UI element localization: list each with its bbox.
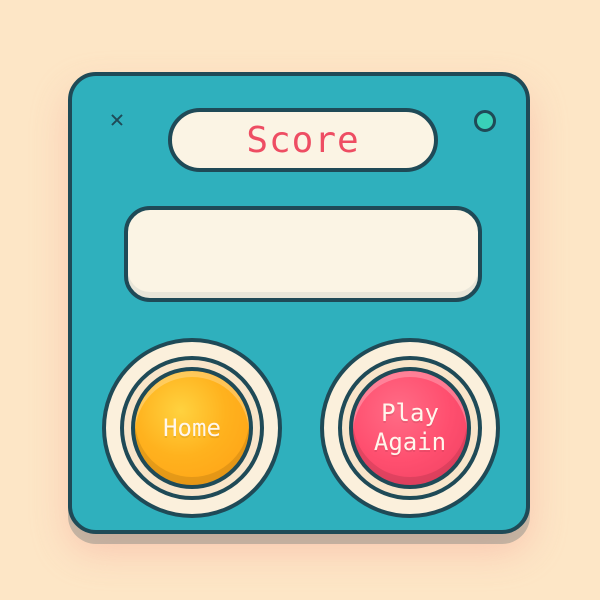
play-again-button-ring: Play Again — [338, 356, 482, 500]
home-button-label: Home — [163, 413, 221, 442]
score-title-text: Score — [246, 119, 360, 161]
status-dot — [474, 110, 496, 132]
play-again-button[interactable]: Play Again — [349, 367, 471, 489]
home-button[interactable]: Home — [131, 367, 253, 489]
score-dialog: ✕ Score Home Play Again — [68, 72, 530, 534]
home-button-ring: Home — [120, 356, 264, 500]
home-button-housing: Home — [102, 338, 282, 518]
score-title-banner: Score — [168, 108, 438, 172]
play-again-button-label: Play Again — [373, 399, 447, 456]
close-icon[interactable]: ✕ — [104, 106, 130, 132]
score-display — [124, 206, 482, 302]
play-again-button-housing: Play Again — [320, 338, 500, 518]
